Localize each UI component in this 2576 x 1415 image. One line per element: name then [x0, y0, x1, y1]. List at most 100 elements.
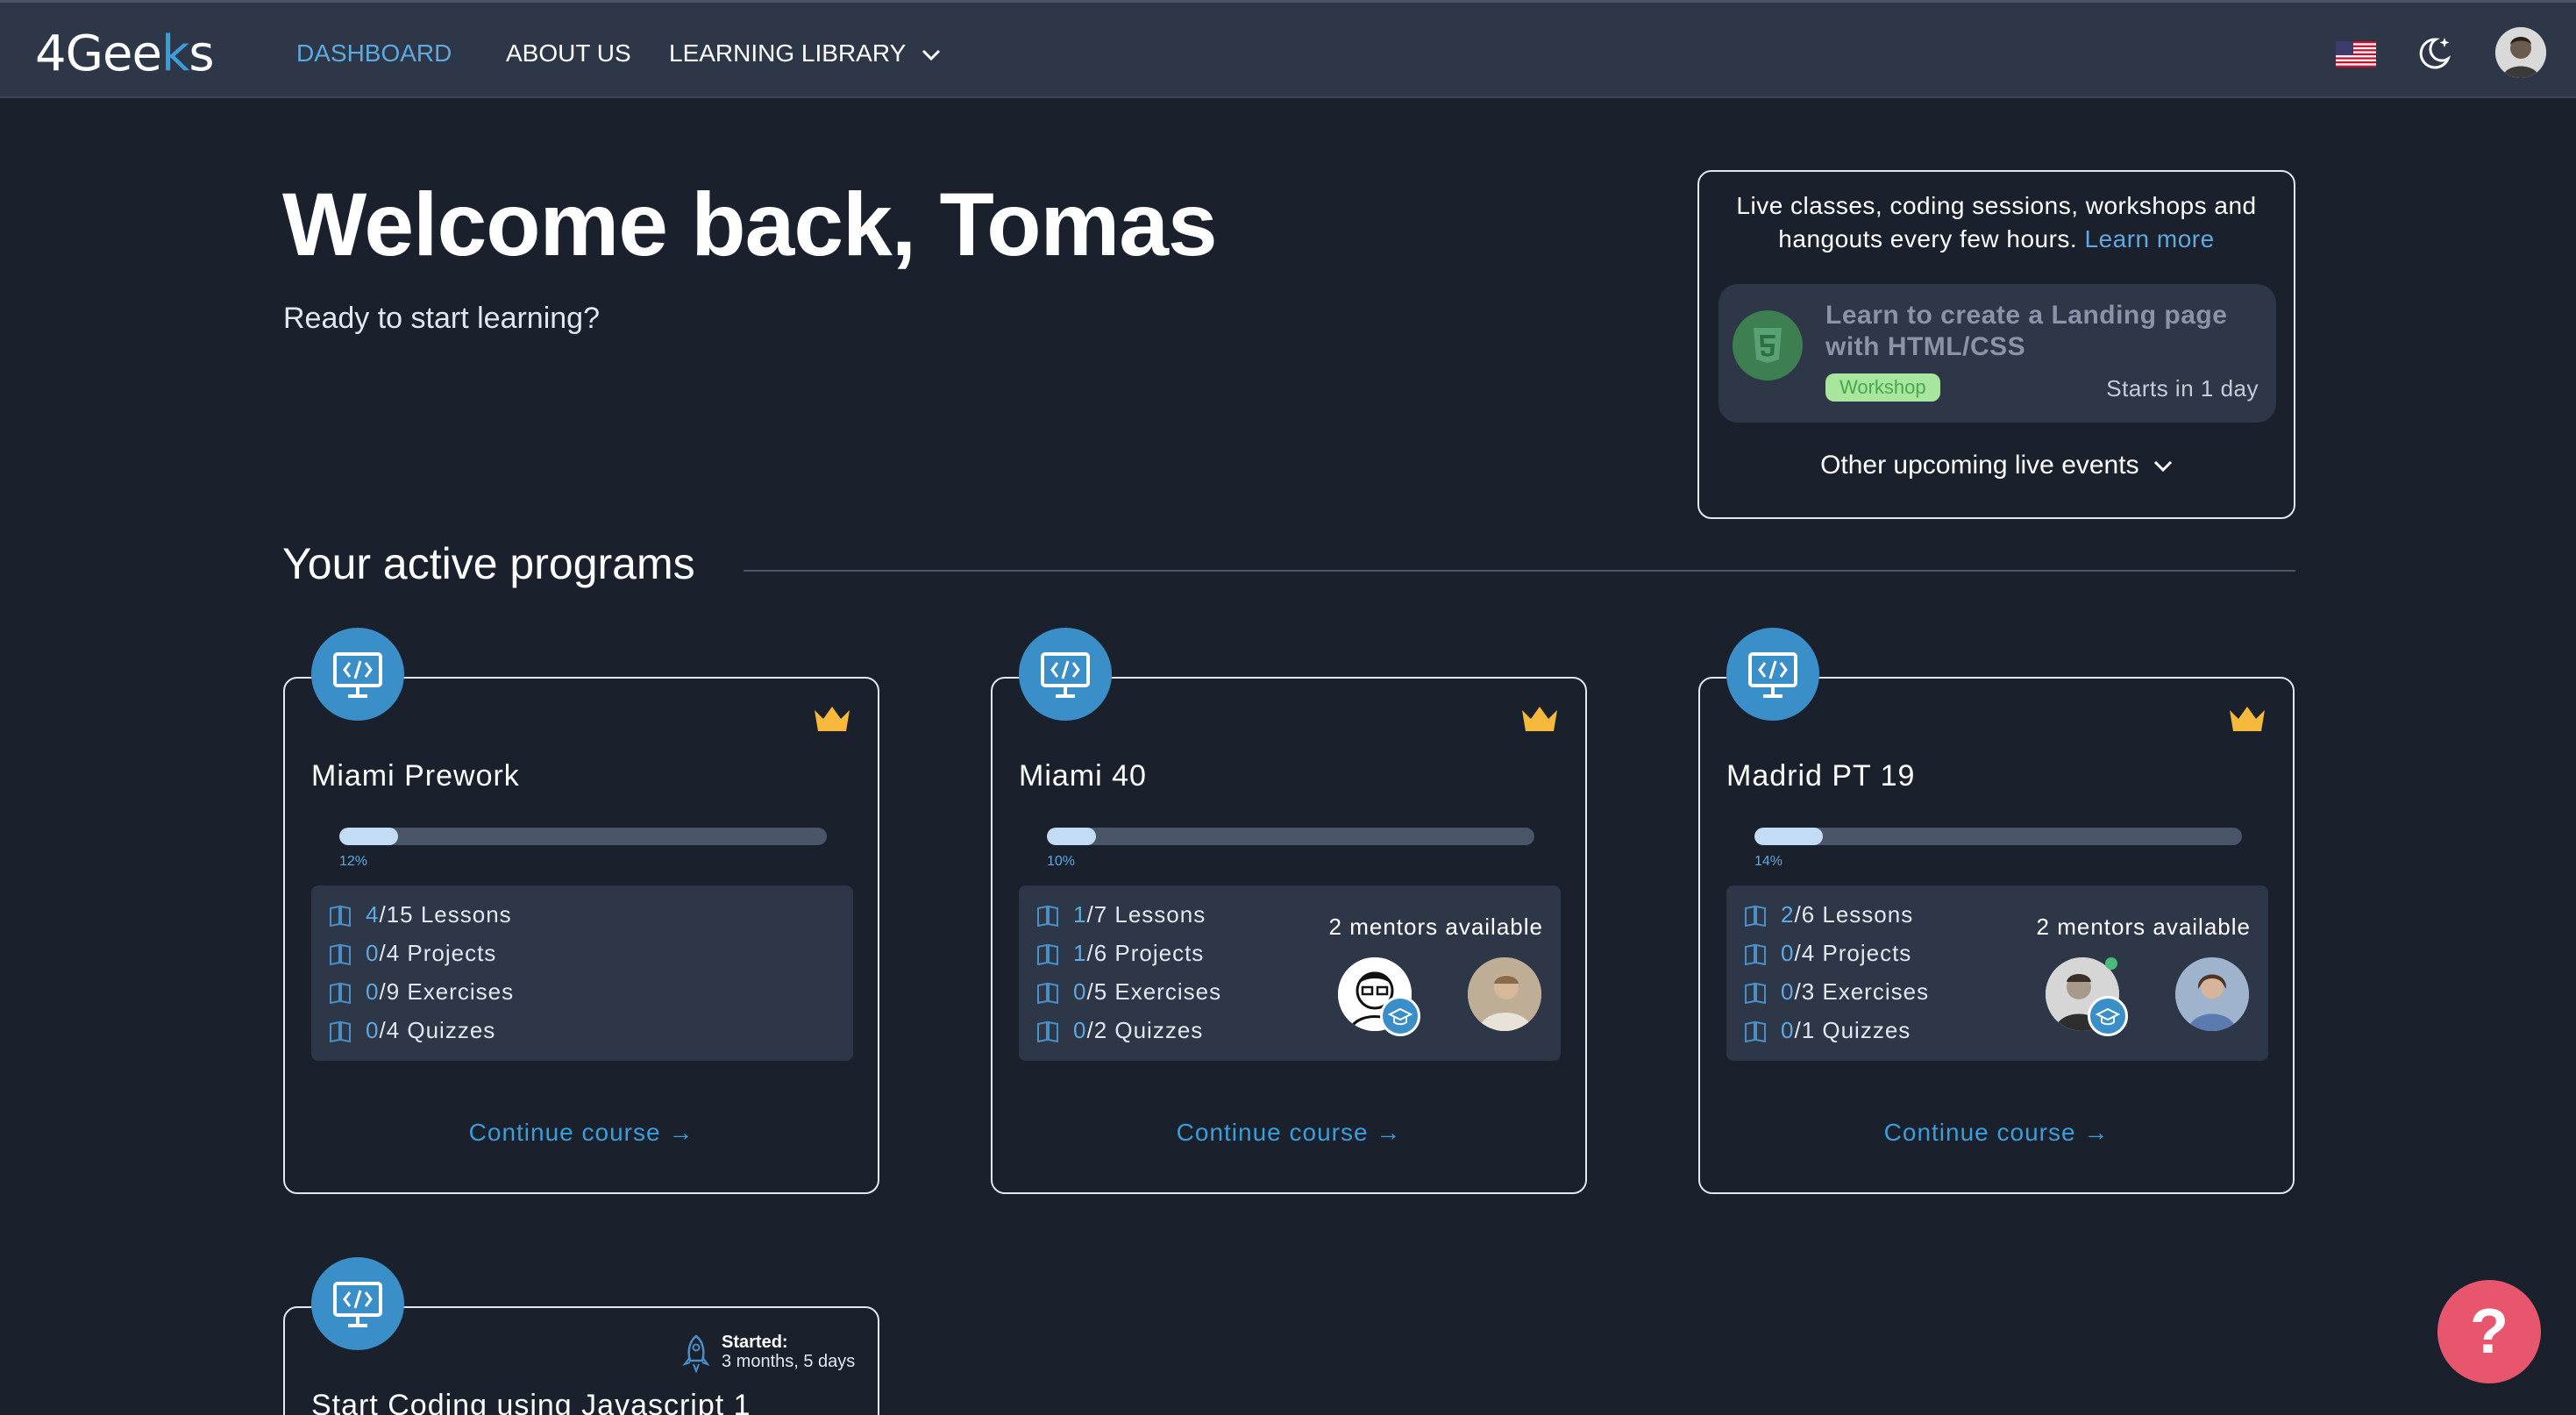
welcome-heading: Welcome back, Tomas — [282, 174, 1218, 274]
book-icon — [1037, 905, 1058, 927]
dark-mode-moon-icon[interactable] — [2415, 32, 2455, 73]
program-title: Miami 40 — [1019, 759, 1147, 793]
help-button[interactable]: ? — [2437, 1280, 2541, 1383]
us-flag-icon[interactable] — [2336, 41, 2376, 68]
stat-label: /6 Projects — [1086, 940, 1205, 966]
stat-label: /3 Exercises — [1794, 978, 1930, 1005]
stat-projects: 0/4 Projects — [329, 940, 496, 967]
stat-label: /2 Quizzes — [1086, 1017, 1204, 1043]
stat-value: 1 — [1073, 940, 1087, 966]
nav-dashboard[interactable]: DASHBOARD — [296, 39, 452, 68]
stat-quizzes: 0/4 Quizzes — [329, 1017, 495, 1044]
stat-projects: 0/4 Projects — [1744, 940, 1911, 967]
stats-box: 2/6 Lessons 0/4 Projects 0/3 Exercises 0… — [1726, 885, 2268, 1061]
book-icon — [1745, 943, 1766, 965]
learn-more-link[interactable]: Learn more — [2085, 225, 2215, 252]
graduation-cap-icon — [2088, 996, 2128, 1036]
started-label: Started: — [722, 1333, 788, 1352]
stat-lessons: 2/6 Lessons — [1744, 901, 1913, 928]
stat-label: /9 Exercises — [379, 978, 515, 1005]
book-icon — [1745, 905, 1766, 927]
code-monitor-icon — [1726, 628, 1819, 721]
mentors-available-label: 2 mentors available — [1328, 914, 1543, 940]
progress-fill — [1754, 828, 1823, 845]
book-icon — [1037, 982, 1058, 1004]
code-monitor-icon — [311, 628, 404, 721]
program-card-start-coding-js: Started: 3 months, 5 days Start Coding u… — [283, 1257, 879, 1415]
program-title: Madrid PT 19 — [1726, 759, 1916, 793]
stat-value: 0 — [366, 1017, 380, 1043]
stat-value: 0 — [1073, 978, 1087, 1005]
stat-value: 0 — [1781, 940, 1795, 966]
stat-exercises: 0/5 Exercises — [1036, 978, 1221, 1006]
stat-label: /6 Lessons — [1794, 901, 1914, 928]
continue-course-link[interactable]: Continue course → — [1700, 1119, 2293, 1147]
stat-quizzes: 0/2 Quizzes — [1036, 1017, 1203, 1044]
stat-value: 1 — [1073, 901, 1087, 928]
html5-icon — [1733, 310, 1803, 380]
nav-learning-library-label: LEARNING LIBRARY — [669, 39, 906, 67]
book-icon — [330, 943, 351, 965]
stat-lessons: 4/15 Lessons — [329, 901, 512, 928]
rocket-icon — [682, 1334, 710, 1373]
nav-about-us[interactable]: ABOUT US — [506, 39, 631, 68]
user-avatar[interactable] — [2495, 27, 2546, 78]
logo-text: 4Gee — [35, 25, 162, 82]
program-card-miami-40: Miami 40 10% 1/7 Lessons 1/6 Projects 0/… — [991, 628, 1587, 1194]
stat-label: /5 Exercises — [1086, 978, 1222, 1005]
graduation-cap-icon — [1380, 996, 1420, 1036]
section-title: Your active programs — [282, 539, 695, 588]
stat-label: /4 Quizzes — [379, 1017, 496, 1043]
event-title: Learn to create a Landing page with HTML… — [1825, 301, 2228, 361]
chevron-down-icon — [922, 49, 940, 60]
progress-fill — [339, 828, 398, 845]
stat-value: 0 — [1781, 1017, 1795, 1043]
continue-course-link[interactable]: Continue course → — [993, 1119, 1585, 1147]
progress-bar — [339, 828, 827, 845]
premium-crown-icon — [1522, 707, 1557, 731]
other-events-toggle[interactable]: Other upcoming live events — [1699, 451, 2294, 480]
book-icon — [330, 905, 351, 927]
stat-value: 0 — [366, 940, 380, 966]
progress-fill — [1047, 828, 1096, 845]
book-icon — [1745, 1020, 1766, 1042]
logo-tail: s — [189, 25, 214, 82]
event-start-time: Starts in 1 day — [2106, 375, 2259, 402]
book-icon — [330, 1020, 351, 1042]
mentor-avatar[interactable] — [2175, 957, 2249, 1031]
section-divider — [744, 570, 2295, 572]
stat-label: /1 Quizzes — [1794, 1017, 1911, 1043]
progress-bar — [1754, 828, 2242, 845]
program-card-miami-prework: Miami Prework 12% 4/15 Lessons 0/4 Proje… — [283, 628, 879, 1194]
stat-quizzes: 0/1 Quizzes — [1744, 1017, 1911, 1044]
welcome-subtitle: Ready to start learning? — [283, 302, 600, 335]
book-icon — [330, 982, 351, 1004]
stat-label: /7 Lessons — [1086, 901, 1206, 928]
progress-label: 14% — [1754, 854, 1783, 869]
book-icon — [1745, 982, 1766, 1004]
stats-box: 1/7 Lessons 1/6 Projects 0/5 Exercises 0… — [1019, 885, 1561, 1061]
code-monitor-icon — [1019, 628, 1112, 721]
stat-value: 0 — [1781, 978, 1795, 1005]
program-title: Miami Prework — [311, 759, 520, 793]
stat-projects: 1/6 Projects — [1036, 940, 1204, 967]
live-event-card[interactable]: Learn to create a Landing page with HTML… — [1719, 284, 2276, 423]
program-card-madrid-pt-19: Madrid PT 19 14% 2/6 Lessons 0/4 Project… — [1698, 628, 2295, 1194]
stats-box: 4/15 Lessons 0/4 Projects 0/9 Exercises … — [311, 885, 853, 1061]
stat-label: /15 Lessons — [379, 901, 512, 928]
program-title: Start Coding using Javascript 1 — [311, 1389, 751, 1415]
chevron-down-icon — [2153, 461, 2172, 473]
stat-label: /4 Projects — [379, 940, 497, 966]
logo[interactable]: 4Geeks — [35, 25, 215, 82]
mentor-avatar[interactable] — [1468, 957, 1541, 1031]
stat-lessons: 1/7 Lessons — [1036, 901, 1206, 928]
event-type-badge: Workshop — [1825, 373, 1940, 402]
online-status-indicator — [2105, 957, 2117, 970]
premium-crown-icon — [815, 707, 850, 731]
nav-learning-library[interactable]: LEARNING LIBRARY — [669, 39, 941, 68]
stat-value: 4 — [366, 901, 380, 928]
continue-course-link[interactable]: Continue course → — [285, 1119, 878, 1147]
live-events-intro: Live classes, coding sessions, workshops… — [1699, 189, 2294, 256]
other-events-label: Other upcoming live events — [1820, 451, 2139, 480]
progress-label: 10% — [1047, 854, 1076, 869]
